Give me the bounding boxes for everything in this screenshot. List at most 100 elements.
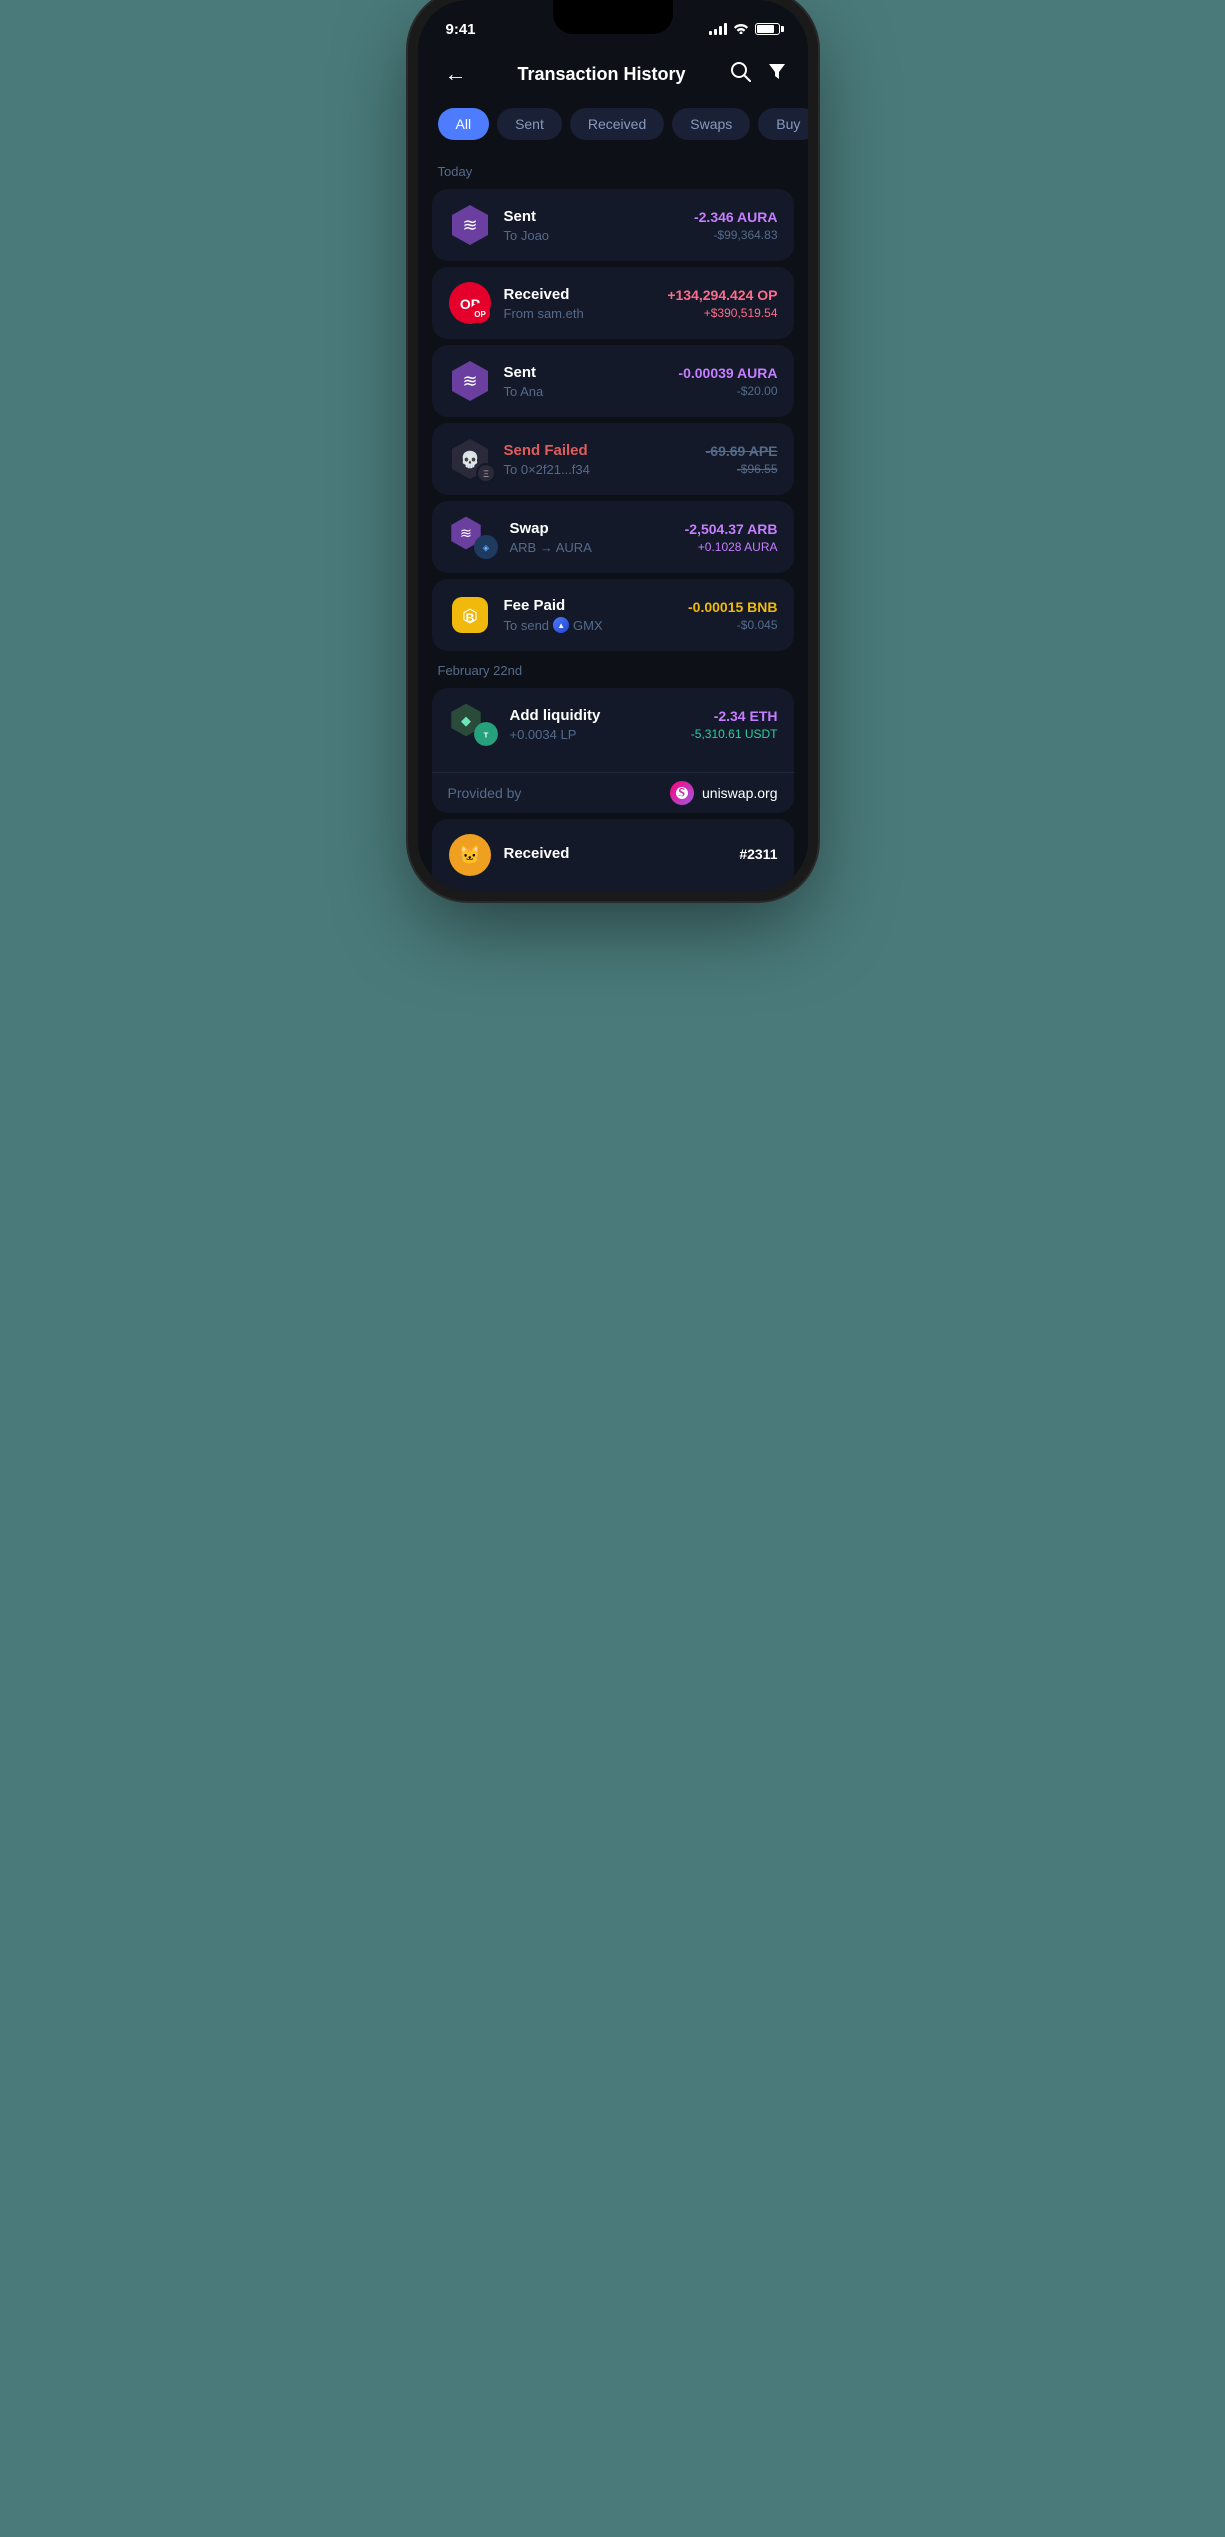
tx-info: Fee Paid To send ▲ GMX (504, 597, 677, 633)
tx-secondary-amount: -5,310.61 USDT (691, 727, 778, 741)
gmx-label: GMX (573, 618, 603, 633)
tx-subtitle: +0.0034 LP (510, 727, 679, 742)
tx-icon-liquidity: ◆ T (448, 702, 498, 746)
svg-text:Ξ: Ξ (483, 469, 489, 479)
tx-primary-amount: -2.34 ETH (691, 708, 778, 724)
svg-text:◆: ◆ (460, 713, 470, 728)
tab-swaps[interactable]: Swaps (672, 108, 750, 140)
svg-text:≋: ≋ (462, 215, 477, 235)
tx-primary-amount: -69.69 APE (706, 443, 778, 459)
tab-all[interactable]: All (438, 108, 490, 140)
signal-icon (709, 23, 727, 35)
table-row[interactable]: ≋ ◈ Swap ARB → AURA -2,504.37 ARB +0.102… (432, 501, 794, 573)
tx-secondary-amount: +$390,519.54 (667, 306, 777, 320)
table-row[interactable]: ⬡ B Fee Paid To send ▲ GMX -0.00015 BNB … (432, 579, 794, 651)
table-row[interactable]: ≋ Sent To Joao -2.346 AURA -$99,364.83 (432, 189, 794, 261)
time-display: 9:41 (446, 21, 476, 38)
tx-amounts: +134,294.424 OP +$390,519.54 (667, 287, 777, 320)
provided-by-label: Provided by (448, 785, 522, 801)
uniswap-logo-icon (670, 781, 694, 805)
provided-by-section: Provided by uniswap.org (432, 772, 794, 813)
tab-received[interactable]: Received (570, 108, 664, 140)
tx-secondary-amount: -$20.00 (678, 384, 777, 398)
tx-icon-aura2: ≋ (448, 359, 492, 403)
svg-text:≋: ≋ (462, 371, 477, 391)
fee-subtitle-text: To send (504, 618, 550, 633)
tx-primary-amount: -2.346 AURA (694, 209, 778, 225)
tx-secondary-amount: -$99,364.83 (694, 228, 778, 242)
tx-subtitle: To Joao (504, 228, 682, 243)
tx-amounts: -0.00039 AURA -$20.00 (678, 365, 777, 398)
uniswap-source-text: uniswap.org (702, 785, 778, 801)
wifi-icon (733, 22, 749, 37)
filter-tabs: All Sent Received Swaps Buy Se (418, 108, 808, 160)
tx-title: Sent (504, 208, 682, 225)
filter-icon[interactable] (767, 61, 787, 87)
battery-icon (755, 23, 780, 35)
tx-amounts: -2.34 ETH -5,310.61 USDT (691, 708, 778, 741)
tx-amounts: -2,504.37 ARB +0.1028 AURA (685, 521, 778, 554)
table-row[interactable]: 💀 Ξ Send Failed To 0×2f21...f34 -69.69 A… (432, 423, 794, 495)
header-actions (729, 60, 787, 88)
tx-subtitle: ARB → AURA (510, 540, 673, 555)
tx-title: Send Failed (504, 442, 694, 459)
table-row[interactable]: OP OP Received From sam.eth +134,294.424… (432, 267, 794, 339)
tx-info: Send Failed To 0×2f21...f34 (504, 442, 694, 477)
table-row[interactable]: ≋ Sent To Ana -0.00039 AURA -$20.00 (432, 345, 794, 417)
phone-frame: 9:41 ← Transaction History (418, 0, 808, 891)
tx-icon-nft: 🐱 (448, 833, 492, 877)
tx-primary-amount: -0.00015 BNB (688, 599, 778, 615)
tx-amounts: -69.69 APE -$96.55 (706, 443, 778, 476)
tx-secondary-amount: -$0.045 (688, 618, 778, 632)
tx-info: Swap ARB → AURA (510, 520, 673, 555)
tx-primary-amount: -2,504.37 ARB (685, 521, 778, 537)
gmx-inline-icon: ▲ (553, 617, 569, 633)
tx-subtitle: To send ▲ GMX (504, 617, 677, 633)
notch (553, 0, 673, 34)
tx-info: Received From sam.eth (504, 286, 656, 321)
tx-info: Sent To Ana (504, 364, 667, 399)
back-button[interactable]: ← (438, 56, 474, 92)
tx-info: Add liquidity +0.0034 LP (510, 707, 679, 742)
tx-amounts: -2.346 AURA -$99,364.83 (694, 209, 778, 242)
tx-subtitle: To 0×2f21...f34 (504, 462, 694, 477)
tx-icon-ape: 💀 Ξ (448, 437, 492, 481)
tx-info: Sent To Joao (504, 208, 682, 243)
tx-icon-op: OP OP (448, 281, 492, 325)
tx-primary-amount: -0.00039 AURA (678, 365, 777, 381)
tx-amounts: #2311 (739, 846, 777, 865)
tx-icon-bnb: ⬡ B (448, 593, 492, 637)
tx-subtitle: From sam.eth (504, 306, 656, 321)
tx-primary-amount: #2311 (739, 846, 777, 862)
table-row[interactable]: ◆ T Add liquidity +0.0034 LP -2.34 ETH - (432, 688, 794, 813)
tx-icon-aura: ≋ (448, 203, 492, 247)
tx-title: Swap (510, 520, 673, 537)
tx-icon-swap: ≋ ◈ (448, 515, 498, 559)
svg-text:🐱: 🐱 (458, 845, 480, 865)
back-arrow-icon: ← (445, 61, 467, 87)
tx-primary-amount: +134,294.424 OP (667, 287, 777, 303)
tx-info: Received (504, 845, 728, 865)
tx-secondary-amount: -$96.55 (706, 462, 778, 476)
svg-text:T: T (483, 730, 488, 739)
svg-text:B: B (465, 611, 474, 625)
search-icon[interactable] (729, 60, 751, 88)
header: ← Transaction History (418, 44, 808, 108)
tx-title: Add liquidity (510, 707, 679, 724)
provided-by-source: uniswap.org (670, 781, 778, 805)
tab-buy[interactable]: Buy (758, 108, 807, 140)
tx-title: Sent (504, 364, 667, 381)
svg-text:≋: ≋ (459, 526, 471, 542)
transaction-list-feb22: ◆ T Add liquidity +0.0034 LP -2.34 ETH - (418, 688, 808, 891)
tab-sent[interactable]: Sent (497, 108, 562, 140)
tx-secondary-amount: +0.1028 AURA (685, 540, 778, 554)
tx-amounts: -0.00015 BNB -$0.045 (688, 599, 778, 632)
section-feb22-label: February 22nd (418, 659, 808, 688)
tx-title: Fee Paid (504, 597, 677, 614)
table-row[interactable]: 🐱 Received #2311 (432, 819, 794, 891)
transaction-list-today: ≋ Sent To Joao -2.346 AURA -$99,364.83 (418, 189, 808, 651)
status-icons (709, 22, 780, 37)
tx-title: Received (504, 845, 728, 862)
page-title: Transaction History (517, 64, 685, 85)
svg-text:◈: ◈ (482, 542, 489, 552)
